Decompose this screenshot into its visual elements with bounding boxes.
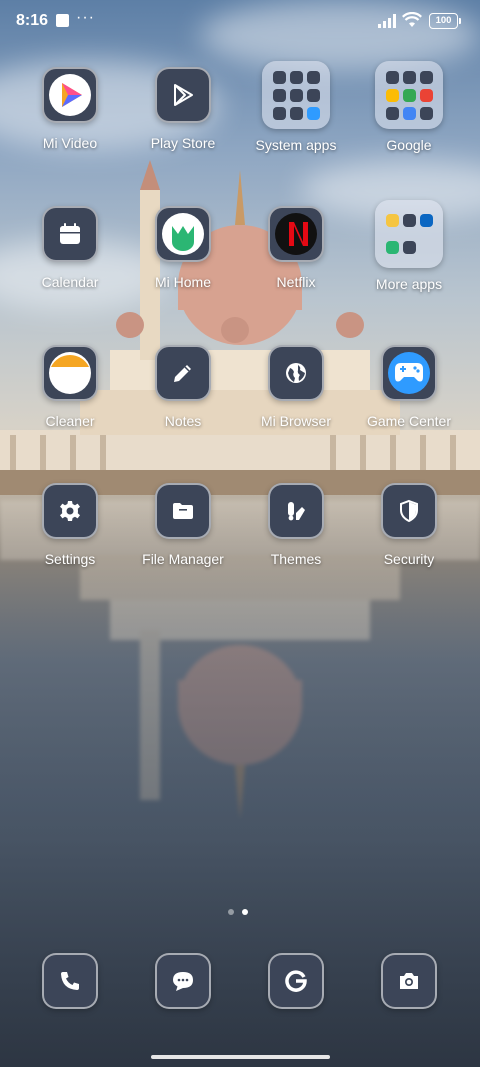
folder-icon: [262, 61, 330, 129]
app-label: Mi Video: [42, 135, 98, 151]
app-security[interactable]: Security: [354, 483, 464, 567]
app-netflix[interactable]: Netflix: [241, 206, 351, 290]
app-themes[interactable]: Themes: [241, 483, 351, 567]
more-notifications-icon: ···: [76, 9, 95, 26]
app-label: Google: [386, 137, 432, 153]
google-g-icon: [268, 953, 324, 1009]
app-notes[interactable]: Notes: [128, 345, 238, 429]
app-label: More apps: [375, 276, 443, 292]
app-game-center[interactable]: Game Center: [354, 345, 464, 429]
gamepad-icon: [381, 345, 437, 401]
page-dot[interactable]: [228, 909, 234, 915]
app-label: Themes: [270, 551, 322, 567]
app-label: Calendar: [41, 274, 99, 290]
wifi-icon: [402, 12, 422, 27]
shield-icon: [381, 483, 437, 539]
app-label: Notes: [164, 413, 202, 429]
chat-icon: [155, 953, 211, 1009]
globe-icon: [268, 345, 324, 401]
app-label: Game Center: [366, 413, 452, 429]
dock-camera[interactable]: [354, 953, 464, 1009]
app-label: Mi Home: [154, 274, 211, 290]
app-mi-browser[interactable]: Mi Browser: [241, 345, 351, 429]
app-label: Security: [383, 551, 435, 567]
mi-home-icon: [155, 206, 211, 262]
phone-icon: [42, 953, 98, 1009]
app-settings[interactable]: Settings: [15, 483, 125, 567]
folder-google[interactable]: Google: [354, 61, 464, 153]
folder-more-apps[interactable]: More apps: [354, 200, 464, 292]
netflix-icon: [268, 206, 324, 262]
folder-icon: [375, 200, 443, 268]
app-mi-home[interactable]: Mi Home: [128, 206, 238, 290]
folder-file-icon: [155, 483, 211, 539]
app-label: Play Store: [150, 135, 216, 151]
folder-icon: [375, 61, 443, 129]
app-file-manager[interactable]: File Manager: [128, 483, 238, 567]
app-mi-video[interactable]: Mi Video: [15, 67, 125, 151]
app-calendar[interactable]: Calendar: [15, 206, 125, 290]
app-label: Mi Browser: [260, 413, 331, 429]
pencil-icon: [155, 345, 211, 401]
signal-icon: [378, 14, 396, 28]
dock-browser[interactable]: [241, 953, 351, 1009]
clock: 8:16: [16, 12, 49, 29]
home-gesture-bar[interactable]: [151, 1055, 330, 1059]
app-label: System apps: [255, 137, 337, 153]
cleaner-icon: [42, 345, 98, 401]
app-label: File Manager: [142, 551, 224, 567]
mi-video-icon: [42, 67, 98, 123]
play-store-icon: [155, 67, 211, 123]
camera-icon: [381, 953, 437, 1009]
page-dot-active[interactable]: [242, 909, 248, 915]
page-indicator[interactable]: [228, 909, 248, 915]
themes-icon: [268, 483, 324, 539]
battery-icon: 100: [429, 13, 461, 29]
gear-icon: [42, 483, 98, 539]
calendar-icon: [42, 206, 98, 262]
app-cleaner[interactable]: Cleaner: [15, 345, 125, 429]
dock-phone[interactable]: [15, 953, 125, 1009]
dock-messages[interactable]: [128, 953, 238, 1009]
app-label: Netflix: [276, 274, 316, 290]
notification-icon: [56, 14, 69, 27]
app-label: Settings: [44, 551, 96, 567]
folder-system-apps[interactable]: System apps: [241, 61, 351, 153]
status-bar: 8:16 ··· 100: [0, 0, 480, 42]
app-play-store[interactable]: Play Store: [128, 67, 238, 151]
app-label: Cleaner: [45, 413, 95, 429]
